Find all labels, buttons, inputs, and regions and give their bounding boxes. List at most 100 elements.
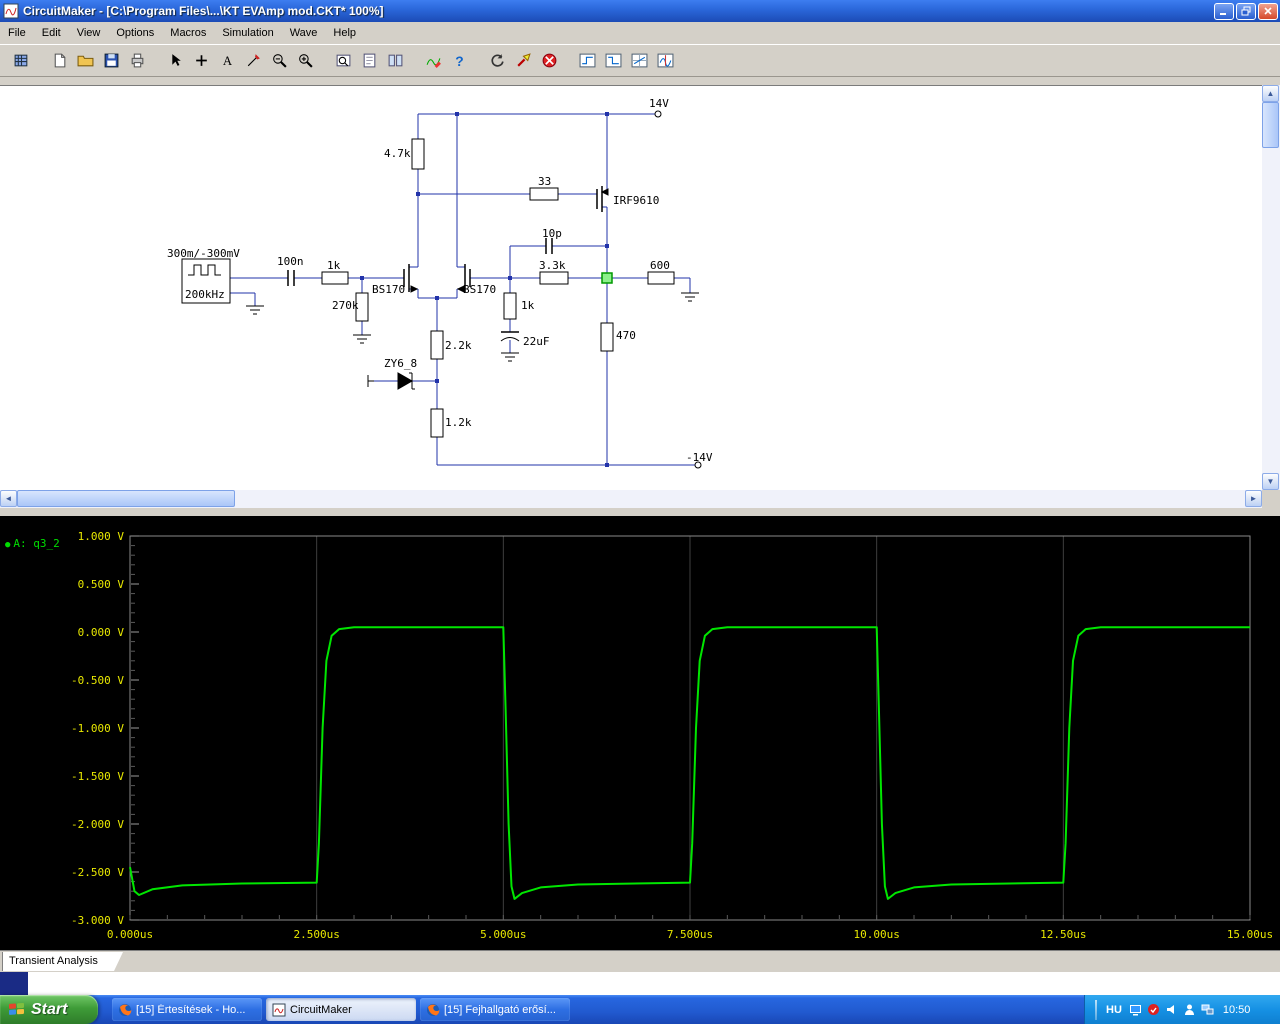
text-button[interactable]: A xyxy=(215,49,239,73)
zoom-in-button[interactable] xyxy=(293,49,317,73)
print-icon xyxy=(129,52,146,69)
waveform-panel[interactable]: ● A: q3_2 1.000 V 0.500 V 0.000 V -0.500 V -1… xyxy=(0,516,1280,950)
tray-icons xyxy=(1129,1003,1214,1016)
menu-help[interactable]: Help xyxy=(325,24,364,42)
update-icon[interactable] xyxy=(1147,1003,1160,1016)
component-label: 1k xyxy=(521,299,535,312)
x-axis-label: 12.50us xyxy=(1040,928,1086,941)
probe-button[interactable] xyxy=(511,49,535,73)
board-button[interactable] xyxy=(9,49,33,73)
help-button[interactable]: ? xyxy=(447,49,471,73)
tab-strip: Transient Analysis xyxy=(0,950,1280,972)
task-label: [15] Fejhallgató erősí... xyxy=(444,1003,556,1016)
component-label: 22uF xyxy=(523,335,550,348)
menu-macros[interactable]: Macros xyxy=(162,24,214,42)
scroll-right-button[interactable]: ► xyxy=(1245,490,1262,507)
new-button[interactable] xyxy=(47,49,71,73)
menu-edit[interactable]: Edit xyxy=(34,24,69,42)
y-axis-label: -1.500 V xyxy=(71,770,124,783)
split-icon xyxy=(387,52,404,69)
taskbar-clock[interactable]: 10:50 xyxy=(1223,1004,1251,1016)
x-axis-label: 5.000us xyxy=(480,928,526,941)
open-button[interactable] xyxy=(73,49,97,73)
save-button[interactable] xyxy=(99,49,123,73)
zoom-fit-button[interactable] xyxy=(331,49,355,73)
scroll-up-button[interactable]: ▲ xyxy=(1262,85,1279,102)
component-label: 1k xyxy=(327,259,341,272)
taskbar-tasks: [15] Értesítések - Ho... CircuitMaker [15]… xyxy=(112,995,1084,1024)
windows-flag-icon xyxy=(9,1002,24,1015)
scope-fall-button[interactable] xyxy=(601,49,625,73)
menu-simulation[interactable]: Simulation xyxy=(214,24,281,42)
scroll-down-button[interactable]: ▼ xyxy=(1262,473,1279,490)
stop-button[interactable] xyxy=(537,49,561,73)
save-icon xyxy=(103,52,120,69)
scope-rise-button[interactable] xyxy=(575,49,599,73)
volume-icon[interactable] xyxy=(1165,1003,1178,1016)
component-label: 4.7k xyxy=(384,147,411,160)
minimize-button[interactable] xyxy=(1214,2,1234,20)
zoom-out-button[interactable] xyxy=(267,49,291,73)
edit-sim-button[interactable] xyxy=(421,49,445,73)
close-button[interactable] xyxy=(1258,2,1278,20)
zoom-fit-icon xyxy=(335,52,352,69)
component-label: BS170 xyxy=(463,283,496,296)
tab-transient-analysis[interactable]: Transient Analysis xyxy=(2,952,123,971)
split-button[interactable] xyxy=(383,49,407,73)
toolbar-separator xyxy=(408,49,420,73)
scope-fall-icon xyxy=(605,52,622,69)
scope-grid-icon xyxy=(631,52,648,69)
taskbar-task-2[interactable]: CircuitMaker xyxy=(266,998,416,1021)
network-icon[interactable] xyxy=(1201,1003,1214,1016)
component-label: 270k xyxy=(332,299,359,312)
y-axis-label: -3.000 V xyxy=(71,914,124,927)
language-indicator[interactable]: HU xyxy=(1106,1004,1122,1016)
scope-meas-button[interactable] xyxy=(653,49,677,73)
x-axis-label: 10.00us xyxy=(853,928,899,941)
help-icon: ? xyxy=(451,52,468,69)
x-axis-label: 15.00us xyxy=(1227,928,1273,941)
menu-options[interactable]: Options xyxy=(108,24,162,42)
schematic-svg[interactable]: 14V 4.7k 33 IRF9610 10p 300m/-300mV 100n 1k 3.3k… xyxy=(0,86,1262,491)
component-label: 200kHz xyxy=(185,288,225,301)
wire-button[interactable] xyxy=(241,49,265,73)
cursor-button[interactable] xyxy=(163,49,187,73)
scroll-left-button[interactable]: ◄ xyxy=(0,490,17,507)
component-label: 1.2k xyxy=(445,416,472,429)
reset-button[interactable] xyxy=(485,49,509,73)
system-tray: HU 10:50 xyxy=(1084,995,1280,1024)
firefox-icon xyxy=(426,1003,440,1017)
plus-button[interactable] xyxy=(189,49,213,73)
taskbar-task-1[interactable]: [15] Értesítések - Ho... xyxy=(112,998,262,1021)
circuitmaker-icon xyxy=(272,1003,286,1017)
menu-view[interactable]: View xyxy=(69,24,109,42)
display-icon[interactable] xyxy=(1129,1003,1142,1016)
app-icon xyxy=(3,3,19,19)
wave-svg[interactable]: 1.000 V 0.500 V 0.000 V -0.500 V -1.000 V -1.… xyxy=(0,516,1280,950)
menu-file[interactable]: File xyxy=(0,24,34,42)
sheet-button[interactable] xyxy=(357,49,381,73)
taskbar-task-3[interactable]: [15] Fejhallgató erősí... xyxy=(420,998,570,1021)
component-label: 14V xyxy=(649,97,669,110)
vscroll-thumb[interactable] xyxy=(1262,102,1279,148)
toolbar-separator xyxy=(318,49,330,73)
schematic-panel[interactable]: 14V 4.7k 33 IRF9610 10p 300m/-300mV 100n 1k 3.3k… xyxy=(0,85,1262,490)
component-label: 600 xyxy=(650,259,670,272)
component-label: BS170 xyxy=(372,283,405,296)
scope-grid-button[interactable] xyxy=(627,49,651,73)
schematic-vscrollbar[interactable]: ▲ ▼ xyxy=(1262,85,1280,490)
selected-node-marker[interactable] xyxy=(601,272,613,284)
sheet-icon xyxy=(361,52,378,69)
start-button[interactable]: Start xyxy=(0,995,98,1024)
y-axis-label: -1.000 V xyxy=(71,722,124,735)
menu-wave[interactable]: Wave xyxy=(282,24,326,42)
scope-meas-icon xyxy=(657,52,674,69)
print-button[interactable] xyxy=(125,49,149,73)
component-label: -14V xyxy=(686,451,713,464)
messenger-icon[interactable] xyxy=(1183,1003,1196,1016)
restore-button[interactable] xyxy=(1236,2,1256,20)
component-label: ZY6_8 xyxy=(384,357,417,370)
x-axis-label: 7.500us xyxy=(667,928,713,941)
schematic-hscrollbar[interactable]: ◄ ► xyxy=(0,490,1262,508)
hscroll-thumb[interactable] xyxy=(17,490,235,507)
